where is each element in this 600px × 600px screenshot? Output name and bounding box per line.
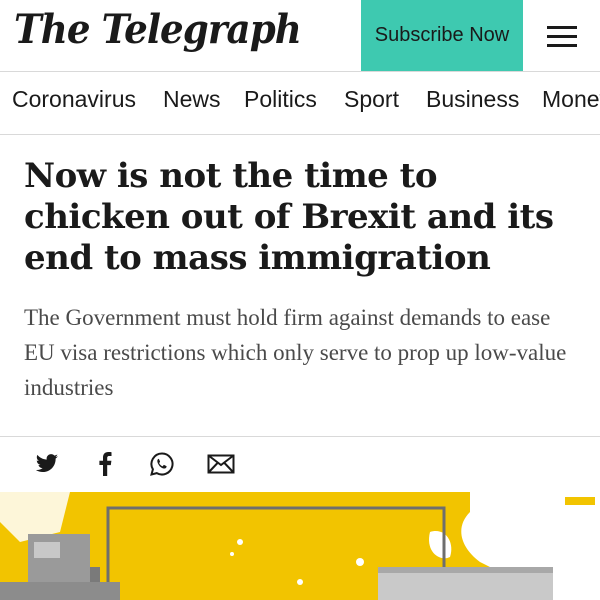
article-headline: Now is not the time to chicken out of Br…: [24, 156, 554, 278]
hamburger-icon: [546, 25, 577, 47]
site-header: The Telegraph Subscribe Now: [0, 0, 600, 72]
nav-item-coronavirus[interactable]: Coronavirus: [12, 86, 136, 113]
hero-illustration: [0, 492, 600, 600]
nav-item-news[interactable]: News: [163, 86, 221, 113]
nav-item-money[interactable]: Money: [542, 86, 600, 113]
email-icon[interactable]: [207, 450, 235, 478]
nav-item-business[interactable]: Business: [426, 86, 519, 113]
subscribe-button[interactable]: Subscribe Now: [361, 0, 523, 71]
nav-item-sport[interactable]: Sport: [344, 86, 399, 113]
section-nav: Coronavirus News Politics Sport Business…: [0, 72, 600, 135]
facebook-icon[interactable]: [91, 450, 119, 478]
telegraph-logo[interactable]: The Telegraph: [14, 6, 302, 53]
whatsapp-icon[interactable]: [148, 450, 176, 478]
menu-button[interactable]: [523, 0, 600, 71]
hero-image: [0, 492, 600, 600]
article-standfirst: The Government must hold firm against de…: [24, 305, 567, 400]
nav-item-politics[interactable]: Politics: [244, 86, 317, 113]
share-bar: [0, 436, 600, 491]
twitter-icon[interactable]: [33, 450, 61, 478]
